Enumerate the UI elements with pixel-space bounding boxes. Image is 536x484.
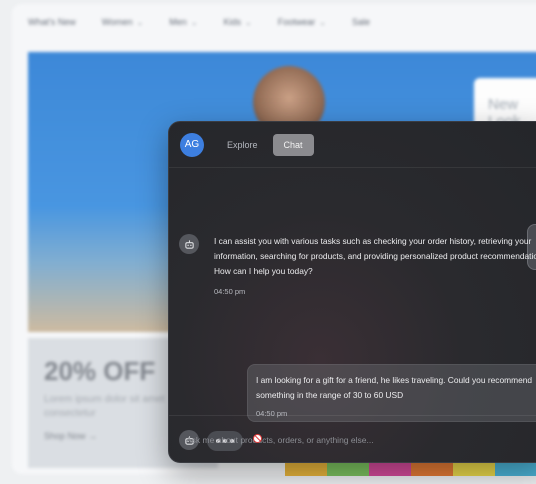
nav-item-women[interactable]: Women ⌄ xyxy=(102,17,144,27)
chat-input[interactable] xyxy=(186,434,516,445)
swatch[interactable] xyxy=(369,462,411,476)
chat-header: AG Explore Chat xyxy=(169,122,536,168)
swatch[interactable] xyxy=(411,462,453,476)
swatch[interactable] xyxy=(327,462,369,476)
swatch[interactable] xyxy=(495,462,536,476)
swatch[interactable] xyxy=(453,462,495,476)
chat-input-bar xyxy=(169,415,536,462)
nav-item-men[interactable]: Men ⌄ xyxy=(169,17,197,27)
tab-chat[interactable]: Chat xyxy=(272,133,314,156)
user-message: I am looking for a gift for a friend, he… xyxy=(247,364,536,422)
color-swatches xyxy=(285,462,536,476)
bot-message-time: 04:50 pm xyxy=(214,287,246,296)
swatch[interactable] xyxy=(285,462,327,476)
bot-message: I can assist you with various tasks such… xyxy=(179,234,536,299)
user-message-text: I am looking for a gift for a friend, he… xyxy=(256,375,533,400)
avatar[interactable]: AG xyxy=(180,132,204,157)
screen: What's New Women ⌄ Men ⌄ Kids ⌄ Footwear ⌄ S… xyxy=(0,0,536,484)
chevron-down-icon: ⌄ xyxy=(190,17,198,27)
chevron-down-icon: ⌄ xyxy=(136,17,144,27)
message-list: I can assist you with various tasks such… xyxy=(169,168,536,451)
nav-item-sale[interactable]: Sale xyxy=(352,17,370,27)
chevron-down-icon: ⌄ xyxy=(245,17,252,27)
bot-message-text: I can assist you with various tasks such… xyxy=(214,236,536,276)
chevron-down-icon: ⌄ xyxy=(319,17,326,27)
bot-message-content: I can assist you with various tasks such… xyxy=(214,234,536,299)
bot-icon xyxy=(179,234,199,254)
not-allowed-cursor-icon xyxy=(253,434,262,443)
chat-panel: AG Explore Chat I can assist you with va… xyxy=(168,121,536,463)
nav-item-whats-new[interactable]: What's New xyxy=(28,17,76,27)
store-nav: What's New Women ⌄ Men ⌄ Kids ⌄ Footwear ⌄ S… xyxy=(12,4,536,40)
nav-item-kids[interactable]: Kids ⌄ xyxy=(224,17,252,27)
tab-explore[interactable]: Explore xyxy=(216,134,269,156)
nav-item-footwear[interactable]: Footwear ⌄ xyxy=(278,17,326,27)
